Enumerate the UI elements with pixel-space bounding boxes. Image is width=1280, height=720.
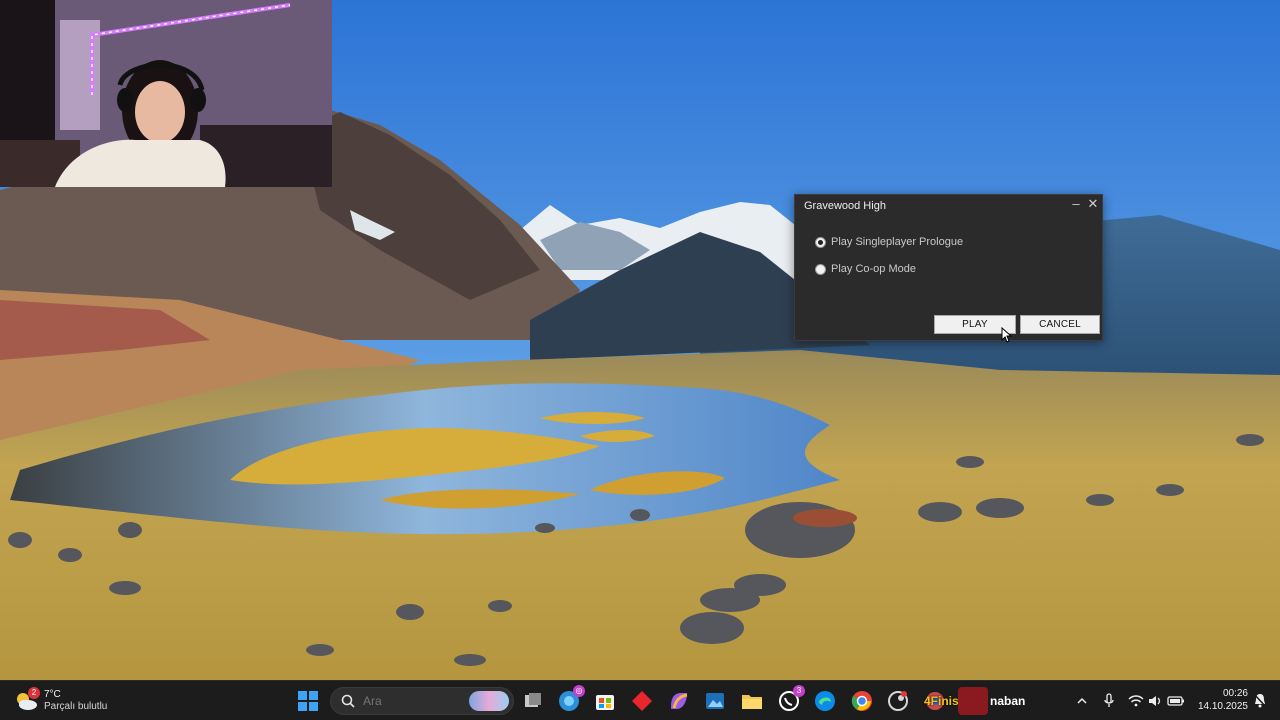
chrome-icon	[851, 691, 872, 711]
mouse-cursor-icon	[1001, 327, 1013, 343]
weather-condition: Parçalı bulutlu	[44, 701, 108, 712]
microphone-button[interactable]	[1099, 689, 1119, 713]
start-button[interactable]	[296, 689, 320, 713]
taskbar-app-whatsapp[interactable]: 3	[777, 685, 805, 713]
red-diamond-app-icon	[632, 691, 652, 711]
weather-temperature: 7°C	[44, 689, 61, 700]
taskbar-app-red[interactable]	[630, 689, 654, 713]
clock-date: 14.10.2025	[1197, 701, 1248, 712]
taskbar-app-edge[interactable]	[813, 689, 837, 713]
microphone-icon	[1104, 693, 1114, 707]
cancel-button[interactable]: CANCEL	[1020, 315, 1100, 334]
task-view-icon	[525, 693, 541, 707]
game-label-white: naban	[990, 694, 1026, 708]
radio-button-checked[interactable]	[815, 236, 826, 248]
gravewood-launcher-dialog: Gravewood High – ✕ Play Singleplayer Pro…	[794, 194, 1103, 341]
folder-icon	[742, 695, 762, 709]
webcam-overlay	[0, 0, 332, 187]
taskbar: 2 7°C Parçalı bulutlu ◎	[0, 680, 1280, 720]
taskbar-app-copilot[interactable]	[667, 689, 691, 713]
option-label: Play Singleplayer Prologue	[831, 236, 964, 248]
search-input[interactable]	[363, 694, 473, 708]
speaker-icon	[1149, 696, 1161, 706]
clock-time: 00:26	[1222, 688, 1248, 699]
taskbar-search[interactable]	[330, 687, 514, 715]
photos-icon	[706, 693, 724, 709]
weather-badge: 2	[28, 687, 40, 699]
close-icon: ✕	[1087, 196, 1099, 211]
search-highlight-image	[469, 691, 509, 711]
partly-cloudy-icon: 2	[14, 687, 40, 713]
game-highlight-icon	[958, 687, 988, 715]
store-icon	[596, 695, 614, 710]
task-view-button[interactable]	[521, 689, 545, 713]
taskbar-app-file-explorer[interactable]	[740, 689, 764, 713]
system-clock[interactable]: 00:26 14.10.2025	[1188, 687, 1248, 713]
show-hidden-icons-button[interactable]	[1072, 689, 1092, 713]
edge-icon	[815, 691, 835, 711]
taskbar-app-store[interactable]	[593, 689, 617, 713]
minimize-button[interactable]: –	[1068, 196, 1084, 212]
wifi-icon	[1128, 695, 1144, 707]
option-singleplayer-prologue[interactable]: Play Singleplayer Prologue	[815, 236, 963, 248]
battery-charging-icon	[1167, 696, 1184, 706]
whatsapp-notification-badge: 3	[793, 685, 805, 697]
search-icon	[341, 694, 355, 708]
dialog-title: Gravewood High	[804, 200, 886, 212]
wifi-button[interactable]	[1126, 689, 1146, 713]
taskbar-active-game[interactable]: 4Finisher naban	[900, 687, 1028, 715]
taskbar-app-chat[interactable]: ◎	[557, 685, 585, 713]
notification-bell-icon	[1253, 693, 1267, 708]
close-button[interactable]: ✕	[1085, 196, 1101, 212]
copilot-icon	[671, 693, 688, 709]
battery-button[interactable]	[1166, 689, 1186, 713]
weather-widget[interactable]: 2 7°C Parçalı bulutlu	[14, 687, 107, 715]
volume-button[interactable]	[1146, 689, 1166, 713]
windows-logo-icon	[298, 691, 318, 711]
radio-button-unchecked[interactable]	[815, 263, 826, 275]
option-coop-mode[interactable]: Play Co-op Mode	[815, 263, 916, 275]
option-label: Play Co-op Mode	[831, 263, 916, 275]
taskbar-app-chrome[interactable]	[850, 689, 874, 713]
chat-badge-icon: ◎	[573, 685, 585, 697]
taskbar-app-photos[interactable]	[703, 689, 727, 713]
notifications-button[interactable]	[1250, 689, 1270, 713]
chevron-up-icon	[1077, 697, 1087, 704]
